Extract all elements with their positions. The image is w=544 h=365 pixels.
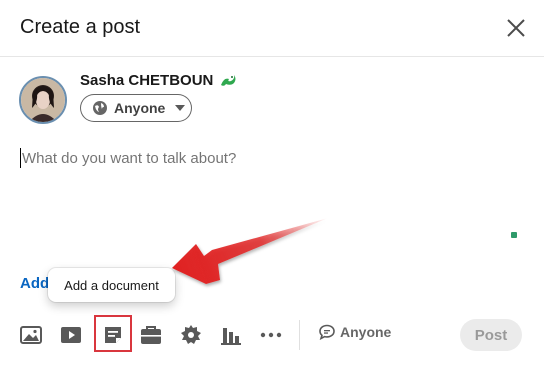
add-hashtag-link[interactable]: Add — [20, 275, 50, 292]
add-document-button[interactable] — [99, 321, 127, 349]
photo-icon — [20, 326, 42, 344]
modal-title: Create a post — [20, 16, 141, 38]
job-icon — [141, 326, 161, 344]
comment-icon — [319, 324, 335, 340]
close-button[interactable] — [500, 12, 532, 44]
modal-header: Create a post — [0, 0, 544, 57]
document-icon — [105, 327, 121, 343]
more-icon — [260, 332, 282, 338]
post-button-label: Post — [474, 326, 508, 344]
globe-icon — [93, 101, 107, 115]
audience-label: Anyone — [114, 100, 166, 116]
close-icon — [507, 19, 525, 37]
add-video-button[interactable] — [57, 321, 85, 349]
more-options-button[interactable] — [257, 321, 285, 349]
text-cursor — [20, 148, 21, 168]
audience-selector[interactable]: Anyone — [80, 94, 192, 122]
celebrate-icon — [181, 325, 201, 344]
author-name: Sasha CHETBOUN — [80, 72, 214, 89]
create-poll-button[interactable] — [217, 321, 245, 349]
editor-placeholder: What do you want to talk about? — [22, 150, 237, 167]
chevron-down-icon — [175, 105, 186, 111]
tooltip-text: Add a document — [64, 277, 159, 293]
post-editor[interactable]: What do you want to talk about? — [20, 148, 524, 258]
author-row: Sasha CHETBOUN — [80, 72, 237, 89]
share-job-button[interactable] — [137, 321, 165, 349]
dragon-badge-icon — [221, 74, 236, 86]
video-icon — [61, 327, 81, 343]
avatar[interactable] — [19, 76, 67, 124]
poll-icon — [221, 328, 241, 345]
celebrate-button[interactable] — [177, 321, 205, 349]
status-dot — [511, 232, 517, 238]
comment-control-button[interactable]: Anyone — [319, 324, 391, 340]
comment-audience-label: Anyone — [340, 324, 392, 340]
tooltip: Add a document — [48, 268, 175, 302]
add-photo-button[interactable] — [17, 321, 45, 349]
post-button[interactable]: Post — [460, 319, 522, 351]
toolbar-divider — [299, 320, 300, 350]
